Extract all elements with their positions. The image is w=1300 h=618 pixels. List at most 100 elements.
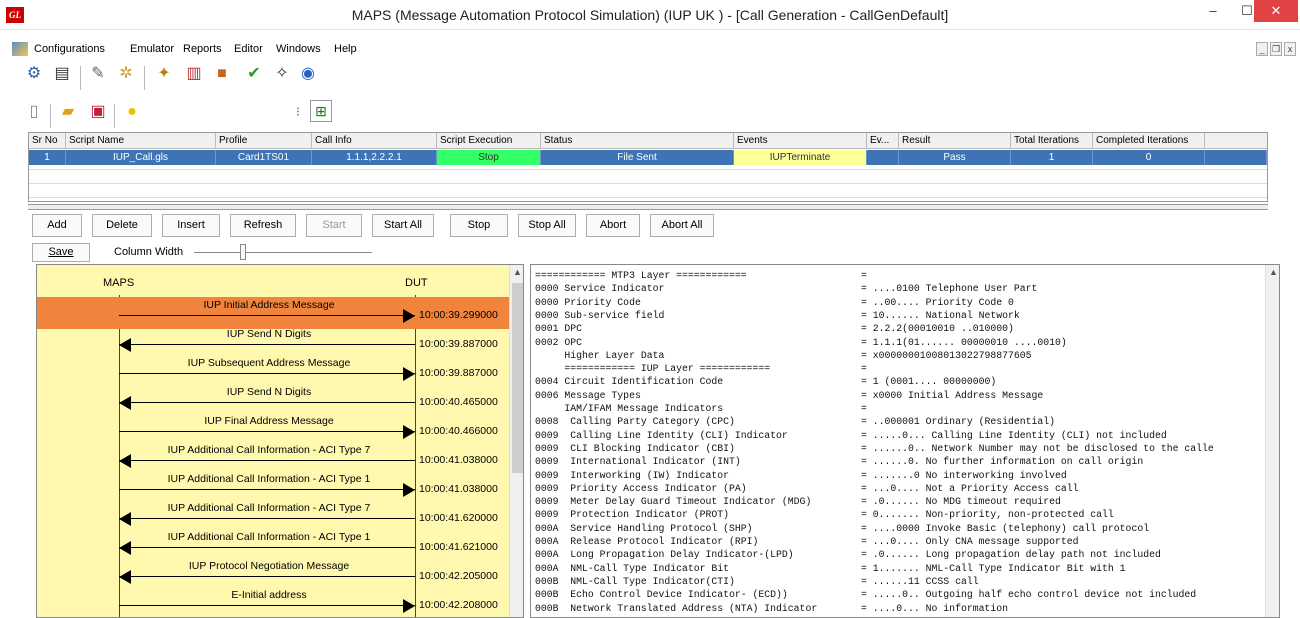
add-button[interactable]: Add (32, 214, 82, 237)
message-arrow-line (119, 344, 415, 345)
decode-field: 0002 OPC (535, 336, 583, 348)
cell-profile: Card1TS01 (216, 150, 312, 165)
message-timestamp: 10:00:42.208000 (419, 599, 498, 611)
table-row[interactable]: 1 IUP_Call.gls Card1TS01 1.1.1,2.2.2.1 S… (29, 150, 1267, 165)
ladder-message[interactable]: IUP Send N Digits 10:00:40.465000 (37, 384, 523, 416)
save-button[interactable]: Save (32, 243, 90, 262)
abort-all-button[interactable]: Abort All (650, 214, 714, 237)
script-grid: Sr No Script Name Profile Call Info Scri… (28, 132, 1268, 202)
message-timestamp: 10:00:41.621000 (419, 541, 498, 553)
refresh-button[interactable]: Refresh (230, 214, 296, 237)
checkmark-icon[interactable]: ✔ (242, 62, 266, 86)
column-width-slider-track[interactable] (194, 252, 372, 253)
message-label: IUP Protocol Negotiation Message (188, 560, 350, 572)
message-arrow-line (119, 547, 415, 548)
ladder-maps-label: MAPS (103, 277, 135, 289)
message-label: IUP Initial Address Message (203, 299, 335, 311)
decode-value: = ......11 CCSS call (861, 575, 979, 587)
decode-field: 0001 DPC (535, 323, 583, 335)
abort-button[interactable]: Abort (586, 214, 640, 237)
magic-wand-icon[interactable]: ✧ (270, 62, 294, 86)
open-folder-icon[interactable]: ▰ (56, 100, 80, 124)
ladder-diagram: MAPS DUT IUP Initial Address Message 10:0… (36, 264, 524, 618)
column-header[interactable]: Profile (216, 133, 312, 149)
scroll-up-icon[interactable]: ▲ (1266, 267, 1279, 277)
traffic-light-icon[interactable]: ⁝ (286, 100, 310, 124)
column-header[interactable]: Ev... (867, 133, 899, 149)
gear-icon[interactable]: ⚙ (22, 62, 46, 86)
column-header[interactable]: Script Name (66, 133, 216, 149)
cogs-icon[interactable]: ✲ (114, 62, 138, 86)
cell-script-execution[interactable]: Stop (437, 150, 541, 165)
pane-splitter[interactable] (28, 204, 1268, 210)
menu-windows[interactable]: Windows (276, 43, 321, 55)
column-header[interactable]: Script Execution (437, 133, 541, 149)
message-arrow-line (119, 605, 415, 606)
column-header[interactable]: Sr No (29, 133, 66, 149)
notepad-icon[interactable]: ▤ (50, 62, 74, 86)
detail-scrollbar[interactable]: ▲ (1265, 265, 1279, 617)
start-button[interactable]: Start (306, 214, 362, 237)
network-icon[interactable]: ⊞ (310, 100, 332, 122)
column-header[interactable]: Call Info (312, 133, 437, 149)
message-timestamp: 10:00:39.887000 (419, 367, 498, 379)
mdi-restore-button[interactable]: ❐ (1270, 42, 1282, 56)
cell-status: File Sent (541, 150, 734, 165)
menu-reports[interactable]: Reports (183, 43, 222, 55)
grid-header: Sr No Script Name Profile Call Info Scri… (29, 133, 1267, 149)
ladder-message[interactable]: IUP Additional Call Information - ACI Ty… (37, 529, 523, 561)
ladder-message[interactable]: E-Initial address 10:00:42.208000 (37, 587, 523, 617)
new-file-icon[interactable]: ▯ (22, 100, 46, 124)
ladder-message[interactable]: IUP Final Address Message 10:00:40.466000 (37, 413, 523, 445)
ladder-scrollbar[interactable]: ▲ (509, 265, 523, 617)
bulb-icon[interactable]: ● (120, 100, 144, 124)
decode-value: = ......0. No further information on cal… (861, 456, 1144, 468)
ladder-message[interactable]: IUP Additional Call Information - ACI Ty… (37, 442, 523, 474)
menu-configurations[interactable]: Configurations (34, 43, 105, 55)
cell-sr-no: 1 (29, 150, 66, 165)
menu-editor[interactable]: Editor (234, 43, 263, 55)
briefcase-icon[interactable]: ■ (210, 62, 234, 86)
column-header[interactable]: Events (734, 133, 867, 149)
decode-field: Higher Layer Data (535, 349, 665, 361)
menu-emulator[interactable]: Emulator (130, 43, 174, 55)
delete-button[interactable]: Delete (92, 214, 152, 237)
column-width-slider-thumb[interactable] (240, 244, 246, 260)
menu-help[interactable]: Help (334, 43, 357, 55)
arrow-left-icon (119, 338, 131, 352)
help-icon[interactable]: ◉ (296, 62, 320, 86)
insert-button[interactable]: Insert (162, 214, 220, 237)
arrow-right-icon (403, 599, 415, 613)
decode-field: 0009 Interworking (IW) Indicator (535, 469, 730, 481)
ladder-message[interactable]: IUP Initial Address Message 10:00:39.2990… (37, 297, 523, 329)
books-icon[interactable]: ▥ (182, 62, 206, 86)
column-header[interactable]: Status (541, 133, 734, 149)
ladder-message[interactable]: IUP Protocol Negotiation Message 10:00:42… (37, 558, 523, 590)
pencil-icon[interactable]: ✎ (86, 62, 110, 86)
start-all-button[interactable]: Start All (372, 214, 434, 237)
ladder-message[interactable]: IUP Subsequent Address Message 10:00:39.8… (37, 355, 523, 387)
ladder-message[interactable]: IUP Additional Call Information - ACI Ty… (37, 500, 523, 532)
save-icon[interactable]: ▣ (86, 100, 110, 124)
mdi-minimize-button[interactable]: _ (1256, 42, 1268, 56)
decode-field: ============ IUP Layer ============ (535, 363, 771, 375)
decode-value: = 0....... Non-priority, non-protected c… (861, 509, 1114, 521)
ladder-message[interactable]: IUP Send N Digits 10:00:39.887000 (37, 326, 523, 358)
column-header[interactable]: Total Iterations (1011, 133, 1093, 149)
column-header[interactable]: Completed Iterations (1093, 133, 1205, 149)
app-menu-icon[interactable] (12, 42, 28, 56)
scroll-up-icon[interactable]: ▲ (510, 267, 523, 277)
stop-all-button[interactable]: Stop All (518, 214, 576, 237)
stop-button[interactable]: Stop (450, 214, 508, 237)
close-button[interactable]: ✕ (1254, 0, 1298, 22)
scrollbar-thumb[interactable] (512, 283, 523, 473)
decode-value: = (861, 403, 867, 414)
wrench-icon[interactable]: ✦ (152, 62, 176, 86)
cell-result: Pass (899, 150, 1011, 165)
minimize-button[interactable]: – (1198, 0, 1228, 22)
ladder-message[interactable]: IUP Additional Call Information - ACI Ty… (37, 471, 523, 503)
mdi-close-button[interactable]: x (1284, 42, 1296, 56)
column-header[interactable]: Result (899, 133, 1011, 149)
decode-field: 0009 International Indicator (INT) (535, 456, 741, 468)
decode-value: = 1....... NML-Call Type Indicator Bit w… (861, 562, 1126, 574)
